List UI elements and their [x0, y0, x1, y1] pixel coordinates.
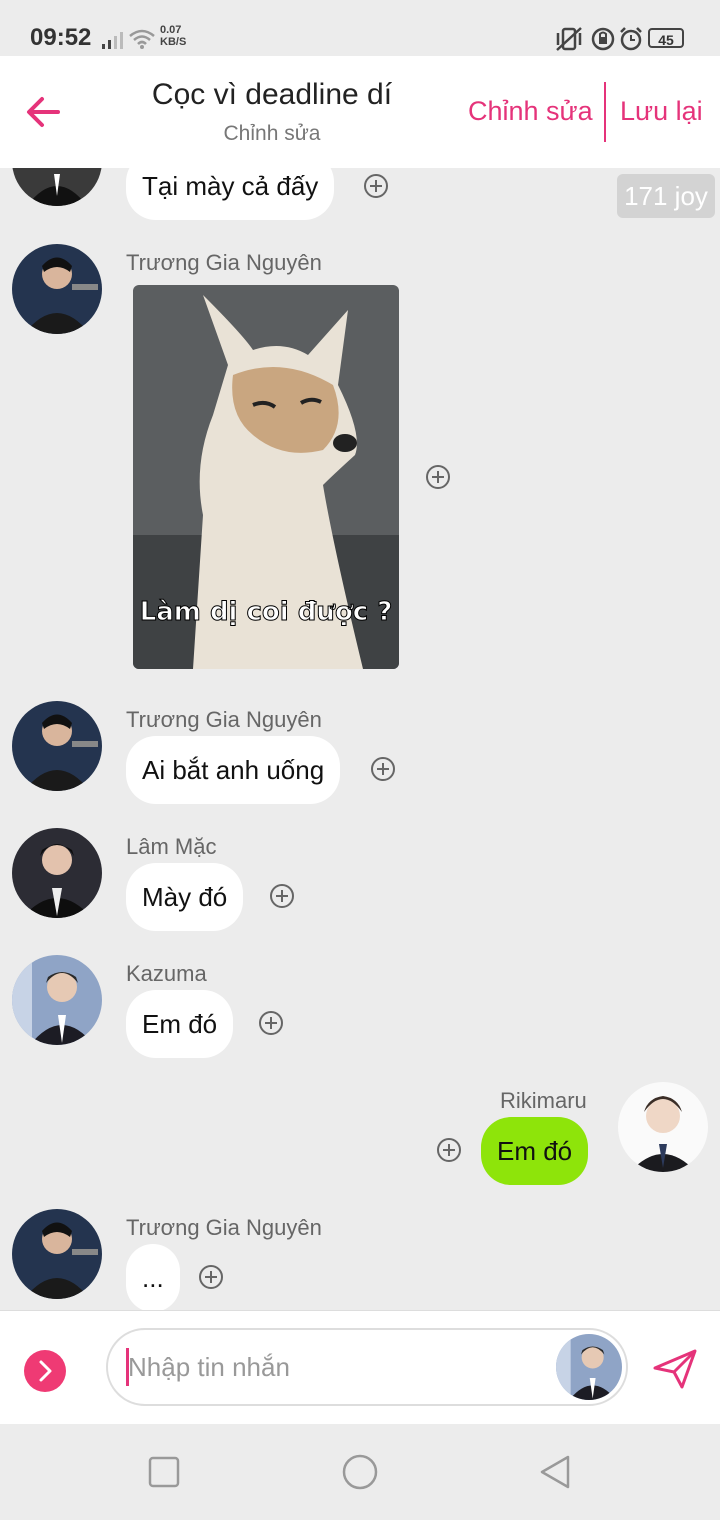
status-time: 09:52	[30, 24, 92, 51]
message-bubble-own[interactable]: Em đó	[481, 1117, 589, 1185]
net-speed-unit: KB/S	[160, 36, 187, 48]
home-icon[interactable]	[341, 1453, 379, 1491]
sender-name: Trương Gia Nguyên	[126, 250, 322, 275]
avatar[interactable]	[12, 1209, 102, 1299]
meme-caption: Làm dị coi được ?	[140, 597, 393, 627]
avatar[interactable]	[12, 955, 102, 1045]
save-button[interactable]: Lưu lại	[620, 96, 703, 127]
message-bubble[interactable]: ...	[126, 1244, 180, 1310]
chat-title[interactable]: Cọc vì deadline dí	[120, 78, 424, 112]
alarm-icon	[620, 27, 642, 51]
chat-subtitle: Chỉnh sửa	[223, 122, 321, 145]
battery-icon: 45	[648, 28, 684, 48]
avatar[interactable]	[12, 168, 102, 206]
sender-name: Kazuma	[126, 961, 207, 986]
back-nav-icon[interactable]	[538, 1454, 572, 1490]
message-image[interactable]: Làm dị coi được ?	[133, 285, 399, 669]
plus-circle-icon[interactable]	[437, 1138, 461, 1162]
signal-icon	[102, 32, 123, 49]
sender-name: Trương Gia Nguyên	[126, 1215, 322, 1240]
sender-name: Rikimaru	[500, 1088, 587, 1113]
rotation-lock-icon	[591, 27, 615, 51]
message-bubble[interactable]: Tại mày cả đấy	[126, 168, 335, 220]
header-divider	[604, 82, 606, 142]
avatar[interactable]	[12, 828, 102, 918]
joy-badge: 171 joy	[617, 174, 715, 218]
text-caret	[126, 1348, 129, 1386]
plus-circle-icon[interactable]	[364, 174, 388, 198]
avatar[interactable]	[618, 1082, 708, 1172]
plus-circle-icon[interactable]	[371, 757, 395, 781]
plus-circle-icon[interactable]	[199, 1265, 223, 1289]
persona-avatar[interactable]	[556, 1334, 622, 1400]
sender-name: Lâm Mặc	[126, 834, 217, 859]
net-speed: 0.07 KB/S	[160, 24, 186, 48]
edit-button[interactable]: Chỉnh sửa	[468, 96, 593, 127]
net-speed-value: 0.07	[160, 24, 182, 36]
plus-circle-icon[interactable]	[259, 1011, 283, 1035]
vibrate-icon	[556, 27, 582, 51]
send-icon[interactable]	[652, 1348, 698, 1390]
plus-circle-icon[interactable]	[270, 884, 294, 908]
message-bubble[interactable]: Ai bắt anh uống	[126, 736, 341, 804]
chat-header	[0, 56, 720, 168]
chevron-right-icon[interactable]	[24, 1350, 66, 1392]
message-bubble[interactable]: Em đó	[126, 990, 234, 1058]
plus-circle-icon[interactable]	[426, 465, 450, 489]
message-bubble[interactable]: Mày đó	[126, 863, 244, 931]
message-list[interactable]: Tại mày cả đấy 171 joy Trương Gia Nguyên…	[0, 168, 720, 1310]
avatar[interactable]	[12, 701, 102, 791]
wifi-icon	[129, 29, 155, 49]
message-input-placeholder[interactable]: Nhập tin nhắn	[128, 1352, 290, 1383]
sender-name: Trương Gia Nguyên	[126, 707, 322, 732]
avatar[interactable]	[12, 244, 102, 334]
recent-apps-icon[interactable]	[148, 1456, 180, 1488]
arrow-left-icon[interactable]	[24, 92, 64, 132]
